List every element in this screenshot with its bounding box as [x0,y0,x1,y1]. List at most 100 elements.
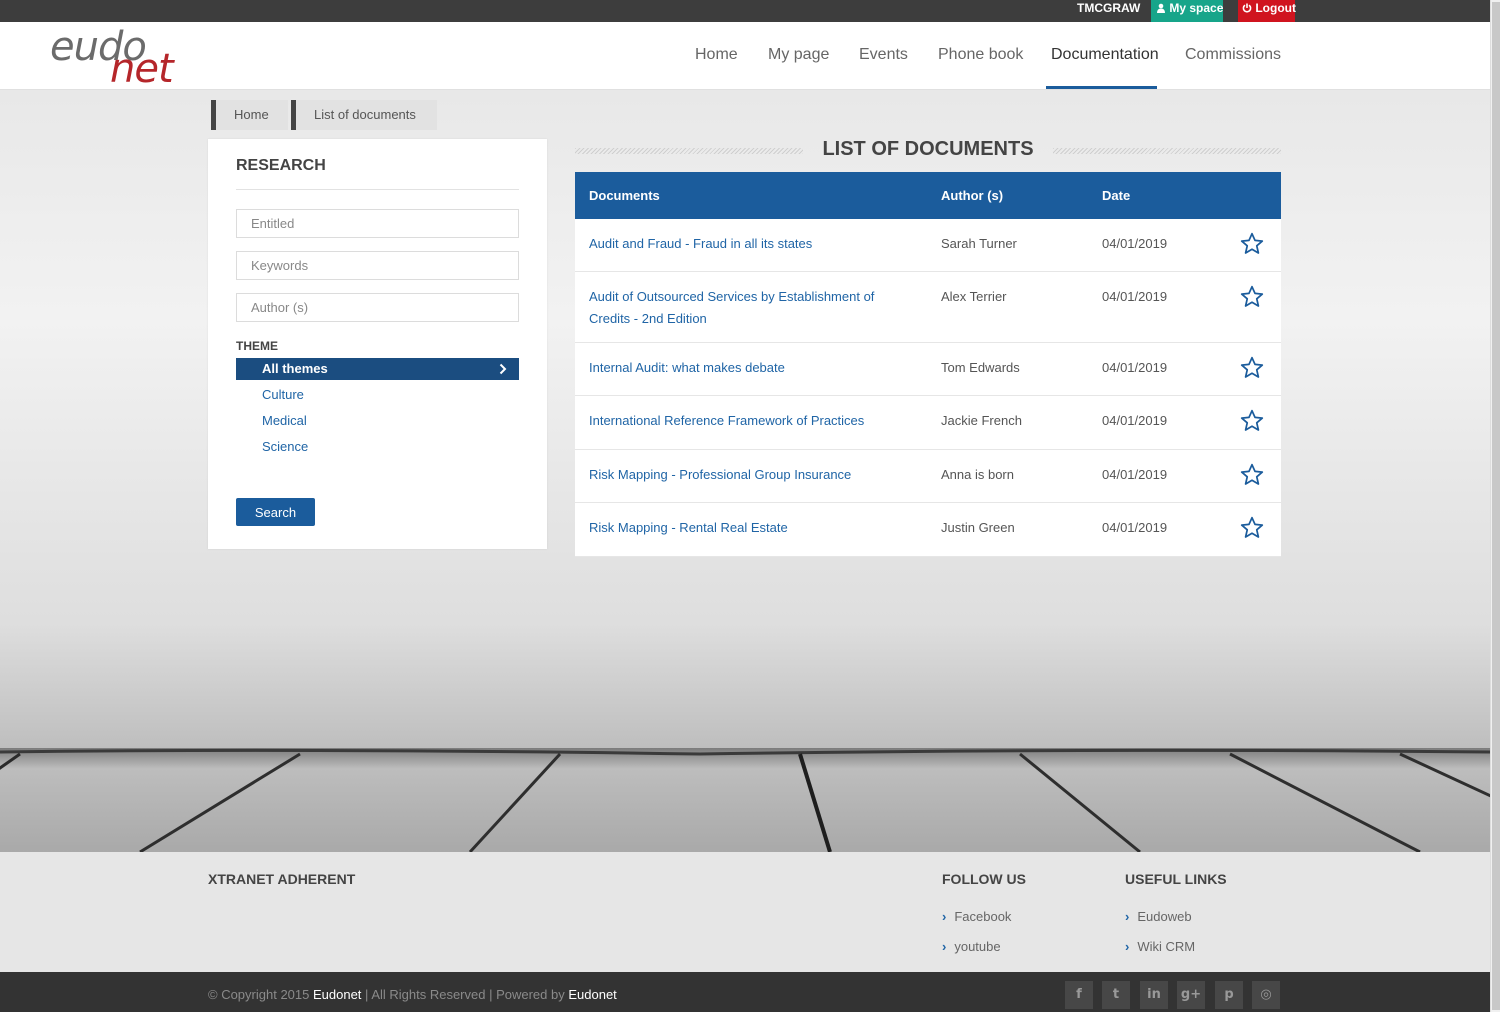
document-author: Sarah Turner [941,236,1017,251]
copyright-mid: | All Rights Reserved | Powered by [365,987,565,1002]
user-icon [1157,3,1165,13]
footer-link-youtube[interactable]: › youtube [942,939,1001,954]
twitter-icon[interactable]: t [1102,981,1130,1009]
table-row: International Reference Framework of Pra… [575,396,1281,450]
nav-home[interactable]: Home [695,22,738,90]
copyright-text: © Copyright 2015 Eudonet | All Rights Re… [208,987,617,1002]
user-bar: TMCGRAW My space Logout [0,0,1500,22]
table-header: Documents Author (s) Date [575,172,1281,219]
breadcrumb-list-of-documents[interactable]: List of documents [291,100,437,130]
site-header: eudo net Home My page Events Phone book … [0,22,1490,92]
document-date: 04/01/2019 [1102,360,1168,375]
my-space-label: My space [1169,1,1224,15]
copyright-bar: © Copyright 2015 Eudonet | All Rights Re… [0,972,1490,1012]
chevron-right-icon: › [942,939,947,954]
star-icon[interactable] [1239,355,1265,384]
scrollbar-thumb[interactable] [1492,2,1500,1010]
document-author: Tom Edwards [941,360,1020,375]
star-icon[interactable] [1239,515,1265,544]
theme-science[interactable]: Science [262,439,308,454]
list-title-wrap: LIST OF DOCUMENTS [575,136,1281,166]
breadcrumb-home[interactable]: Home [211,100,288,130]
footer-link-wiki-crm[interactable]: › Wiki CRM [1125,939,1195,954]
list-title: LIST OF DOCUMENTS [822,138,1034,160]
header-documents: Documents [589,188,660,203]
chevron-right-icon: › [942,909,947,924]
chevron-right-icon: › [1125,939,1130,954]
document-date: 04/01/2019 [1102,289,1168,304]
theme-culture[interactable]: Culture [262,387,304,402]
linkedin-icon[interactable]: in [1140,981,1168,1009]
theme-medical[interactable]: Medical [262,413,307,428]
chevron-right-icon [499,358,507,387]
logout-button[interactable]: Logout [1238,0,1296,22]
chevron-right-icon: › [1125,909,1130,924]
nav-my-page[interactable]: My page [768,22,829,90]
author-input[interactable] [236,293,519,322]
document-link[interactable]: Audit and Fraud - Fraud in all its state… [589,233,909,255]
site-footer: XTRANET ADHERENT FOLLOW US › Facebook › yo… [0,852,1490,972]
eudonet-logo[interactable]: eudo net [50,24,180,92]
nav-events[interactable]: Events [859,22,908,90]
entitled-input[interactable] [236,209,519,238]
link-label: Wiki CRM [1137,939,1196,954]
nav-commissions[interactable]: Commissions [1185,22,1281,90]
logout-label: Logout [1255,1,1296,15]
keywords-input[interactable] [236,251,519,280]
follow-us-title: FOLLOW US [942,871,1026,887]
table-row: Risk Mapping - Rental Real Estate Justin… [575,503,1281,557]
table-row: Audit and Fraud - Fraud in all its state… [575,219,1281,272]
divider [236,189,519,190]
header-date: Date [1102,188,1131,203]
document-link[interactable]: International Reference Framework of Pra… [589,410,909,432]
pinterest-icon[interactable]: p [1215,981,1243,1009]
theme-all-themes[interactable]: All themes [236,358,519,380]
table-row: Audit of Outsourced Services by Establis… [575,272,1281,343]
document-date: 04/01/2019 [1102,236,1168,251]
link-label: Facebook [954,909,1012,924]
star-icon[interactable] [1239,231,1265,260]
table-row: Risk Mapping - Professional Group Insura… [575,450,1281,503]
copyright-prefix: © Copyright 2015 [208,987,310,1002]
nav-documentation[interactable]: Documentation [1051,22,1159,90]
document-date: 04/01/2019 [1102,520,1168,535]
document-link[interactable]: Audit of Outsourced Services by Establis… [589,286,909,330]
footer-link-eudoweb[interactable]: › Eudoweb [1125,909,1192,924]
document-date: 04/01/2019 [1102,467,1168,482]
useful-links-title: USEFUL LINKS [1125,871,1227,887]
theme-title: THEME [236,339,278,353]
document-link[interactable]: Internal Audit: what makes debate [589,357,909,379]
footer-link-facebook[interactable]: › Facebook [942,909,1011,924]
floor-background [0,748,1490,852]
document-author: Anna is born [941,467,1014,482]
link-label: Eudoweb [1137,909,1192,924]
google-plus-icon[interactable]: g+ [1177,981,1205,1009]
my-space-button[interactable]: My space [1151,0,1223,22]
facebook-icon[interactable]: f [1065,981,1093,1009]
page-scrollbar[interactable] [1490,0,1500,1012]
document-date: 04/01/2019 [1102,413,1168,428]
powered-by-link[interactable]: Eudonet [568,987,616,1002]
nav-phone-book[interactable]: Phone book [938,22,1023,90]
dribbble-icon[interactable]: ◎ [1252,981,1280,1009]
link-label: youtube [954,939,1001,954]
document-author: Jackie French [941,413,1022,428]
research-title: RESEARCH [236,157,326,174]
theme-label: All themes [262,361,328,376]
table-row: Internal Audit: what makes debate Tom Ed… [575,343,1281,396]
username: TMCGRAW [1077,1,1141,15]
copyright-brand-link[interactable]: Eudonet [313,987,361,1002]
document-link[interactable]: Risk Mapping - Professional Group Insura… [589,464,909,486]
star-icon[interactable] [1239,408,1265,437]
star-icon[interactable] [1239,462,1265,491]
floor-planks [0,748,1490,852]
documents-table: Documents Author (s) Date Audit and Frau… [575,172,1281,557]
star-icon[interactable] [1239,284,1265,313]
document-author: Justin Green [941,520,1015,535]
document-author: Alex Terrier [941,289,1007,304]
power-icon [1242,3,1252,13]
document-link[interactable]: Risk Mapping - Rental Real Estate [589,517,909,539]
nav-active-indicator [1046,86,1157,89]
research-panel: RESEARCH THEME All themes Culture Medica… [208,139,547,549]
search-button[interactable]: Search [236,498,315,526]
